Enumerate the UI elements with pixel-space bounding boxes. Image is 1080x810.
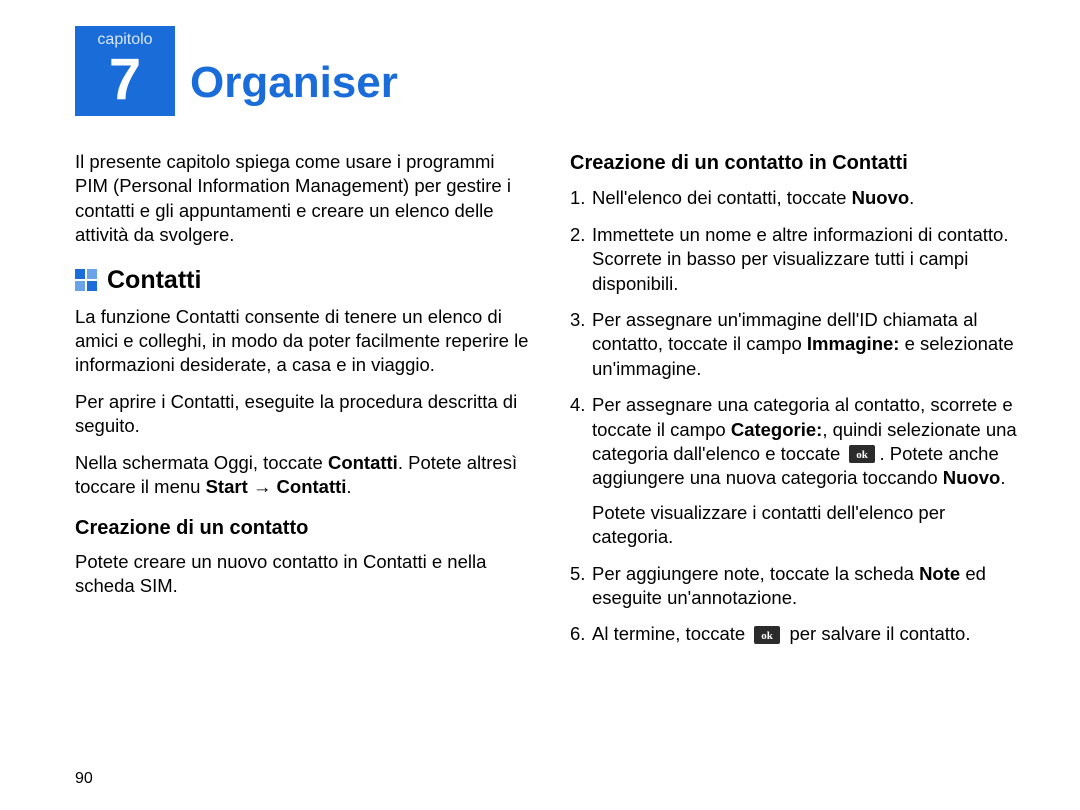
body-text: Nella schermata Oggi, toccate Contatti. … xyxy=(75,451,530,500)
list-item: Per assegnare un'immagine dell'ID chiama… xyxy=(570,308,1025,381)
right-column: Creazione di un contatto in Contatti Nel… xyxy=(570,150,1025,659)
chapter-title: Organiser xyxy=(190,58,398,108)
page-number: 90 xyxy=(75,770,93,788)
section-grid-icon xyxy=(75,269,97,291)
svg-text:ok: ok xyxy=(857,449,870,461)
sub-heading: Creazione di un contatto in Contatti xyxy=(570,150,1025,176)
list-item: Nell'elenco dei contatti, toccate Nuovo. xyxy=(570,186,1025,210)
ok-icon: ok xyxy=(752,626,782,644)
list-item: Per aggiungere note, toccate la scheda N… xyxy=(570,562,1025,611)
chapter-badge: capitolo 7 xyxy=(75,26,175,116)
intro-paragraph: Il presente capitolo spiega come usare i… xyxy=(75,150,530,248)
chapter-label: capitolo xyxy=(75,26,175,49)
body-text: Potete creare un nuovo contatto in Conta… xyxy=(75,550,530,599)
body-text: La funzione Contatti consente di tenere … xyxy=(75,305,530,378)
ok-icon: ok xyxy=(847,445,877,463)
sub-heading: Creazione di un contatto xyxy=(75,515,530,541)
svg-text:ok: ok xyxy=(762,630,775,642)
left-column: Il presente capitolo spiega come usare i… xyxy=(75,150,530,659)
body-text: Potete visualizzare i contatti dell'elen… xyxy=(592,501,1025,550)
chapter-number: 7 xyxy=(75,51,175,109)
list-item: Al termine, toccate ok per salvare il co… xyxy=(570,622,1025,646)
document-page: capitolo 7 Organiser Il presente capitol… xyxy=(0,0,1080,810)
list-item: Immettete un nome e altre informazioni d… xyxy=(570,223,1025,296)
body-text: Per aprire i Contatti, eseguite la proce… xyxy=(75,390,530,439)
section-header: Contatti xyxy=(75,264,530,297)
steps-list: Nell'elenco dei contatti, toccate Nuovo.… xyxy=(570,186,1025,647)
list-item: Per assegnare una categoria al contatto,… xyxy=(570,393,1025,549)
section-title: Contatti xyxy=(107,264,201,297)
content-columns: Il presente capitolo spiega come usare i… xyxy=(75,150,1025,659)
